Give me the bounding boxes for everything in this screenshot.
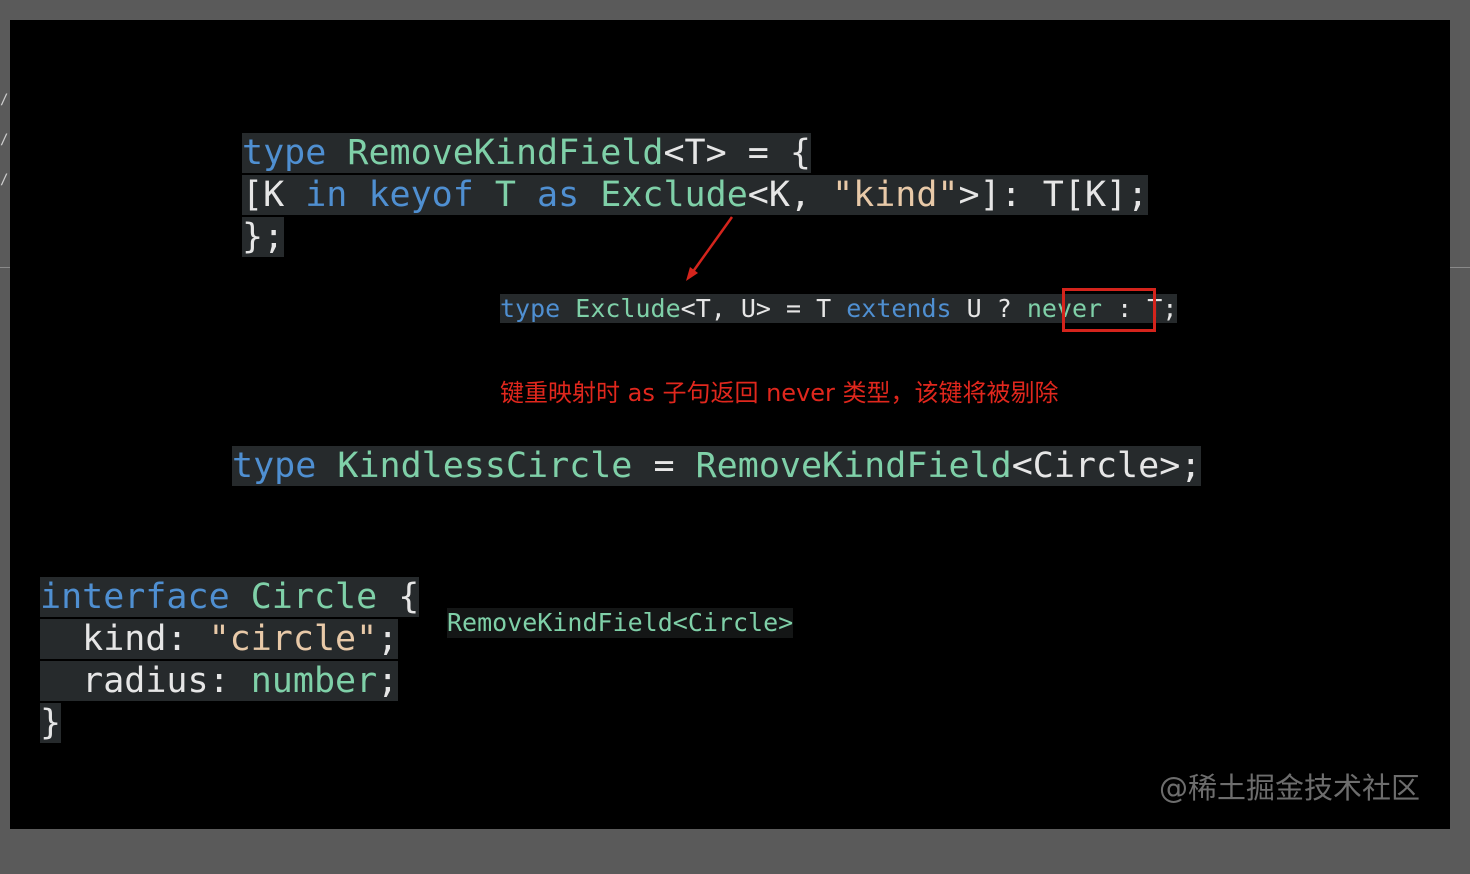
type-name: RemoveKindField bbox=[347, 133, 664, 173]
keyword-as: as bbox=[537, 175, 580, 215]
exclude-args: <K, bbox=[747, 175, 833, 215]
radius-prop: radius bbox=[40, 661, 209, 701]
keyword-type: type bbox=[500, 294, 561, 323]
exclude-params: <T, U> = T bbox=[680, 294, 847, 323]
open-brace: { bbox=[377, 577, 420, 617]
red-arrow-icon bbox=[686, 216, 734, 281]
exclude-type-name: Exclude bbox=[575, 294, 681, 323]
closing-brace: }; bbox=[242, 217, 285, 257]
keyword-extends: extends bbox=[846, 294, 952, 323]
keyword-interface: interface bbox=[40, 577, 230, 617]
kind-semicolon: ; bbox=[377, 619, 399, 659]
circle-literal: "circle" bbox=[208, 619, 378, 659]
left-edge-marks: / / / bbox=[0, 92, 9, 188]
circle-arg: <Circle>; bbox=[1011, 446, 1202, 486]
mapped-value: >]: T[K]; bbox=[958, 175, 1149, 215]
radius-colon: : bbox=[208, 661, 251, 701]
never-highlight-box bbox=[1062, 288, 1156, 332]
exclude-name: Exclude bbox=[600, 175, 748, 215]
remove-kind-field-ref: RemoveKindField bbox=[695, 446, 1012, 486]
kindless-circle-name: KindlessCircle bbox=[337, 446, 633, 486]
equals: = bbox=[632, 446, 696, 486]
remove-kind-field-label: RemoveKindField<Circle> bbox=[447, 608, 794, 638]
conditional-mid: U ? bbox=[951, 294, 1027, 323]
kind-colon: : bbox=[166, 619, 209, 659]
keyword-keyof: keyof bbox=[368, 175, 474, 215]
generic-params: <T> = { bbox=[663, 133, 811, 173]
number-type: number bbox=[250, 661, 378, 701]
annotation-text: 键重映射时 as 子句返回 never 类型，该键将被剔除 bbox=[500, 379, 1059, 407]
keyword-in: in bbox=[305, 175, 348, 215]
circle-interface: interface Circle { kind: "circle"; radiu… bbox=[40, 576, 420, 744]
close-brace: } bbox=[40, 703, 62, 743]
keyword-type: type bbox=[242, 133, 327, 173]
radius-semicolon: ; bbox=[377, 661, 399, 701]
watermark: @稀土掘金技术社区 bbox=[1158, 771, 1420, 805]
circle-name: Circle bbox=[250, 577, 378, 617]
kindless-circle-definition: type KindlessCircle = RemoveKindField<Ci… bbox=[232, 444, 1202, 488]
type-param-t: T bbox=[473, 175, 538, 215]
kind-prop: kind bbox=[40, 619, 167, 659]
mapped-key-open: [K bbox=[242, 175, 306, 215]
slide-canvas: type RemoveKindField<T> = { [K in keyof … bbox=[10, 20, 1450, 829]
kind-string: "kind" bbox=[832, 175, 959, 215]
keyword-type: type bbox=[232, 446, 317, 486]
